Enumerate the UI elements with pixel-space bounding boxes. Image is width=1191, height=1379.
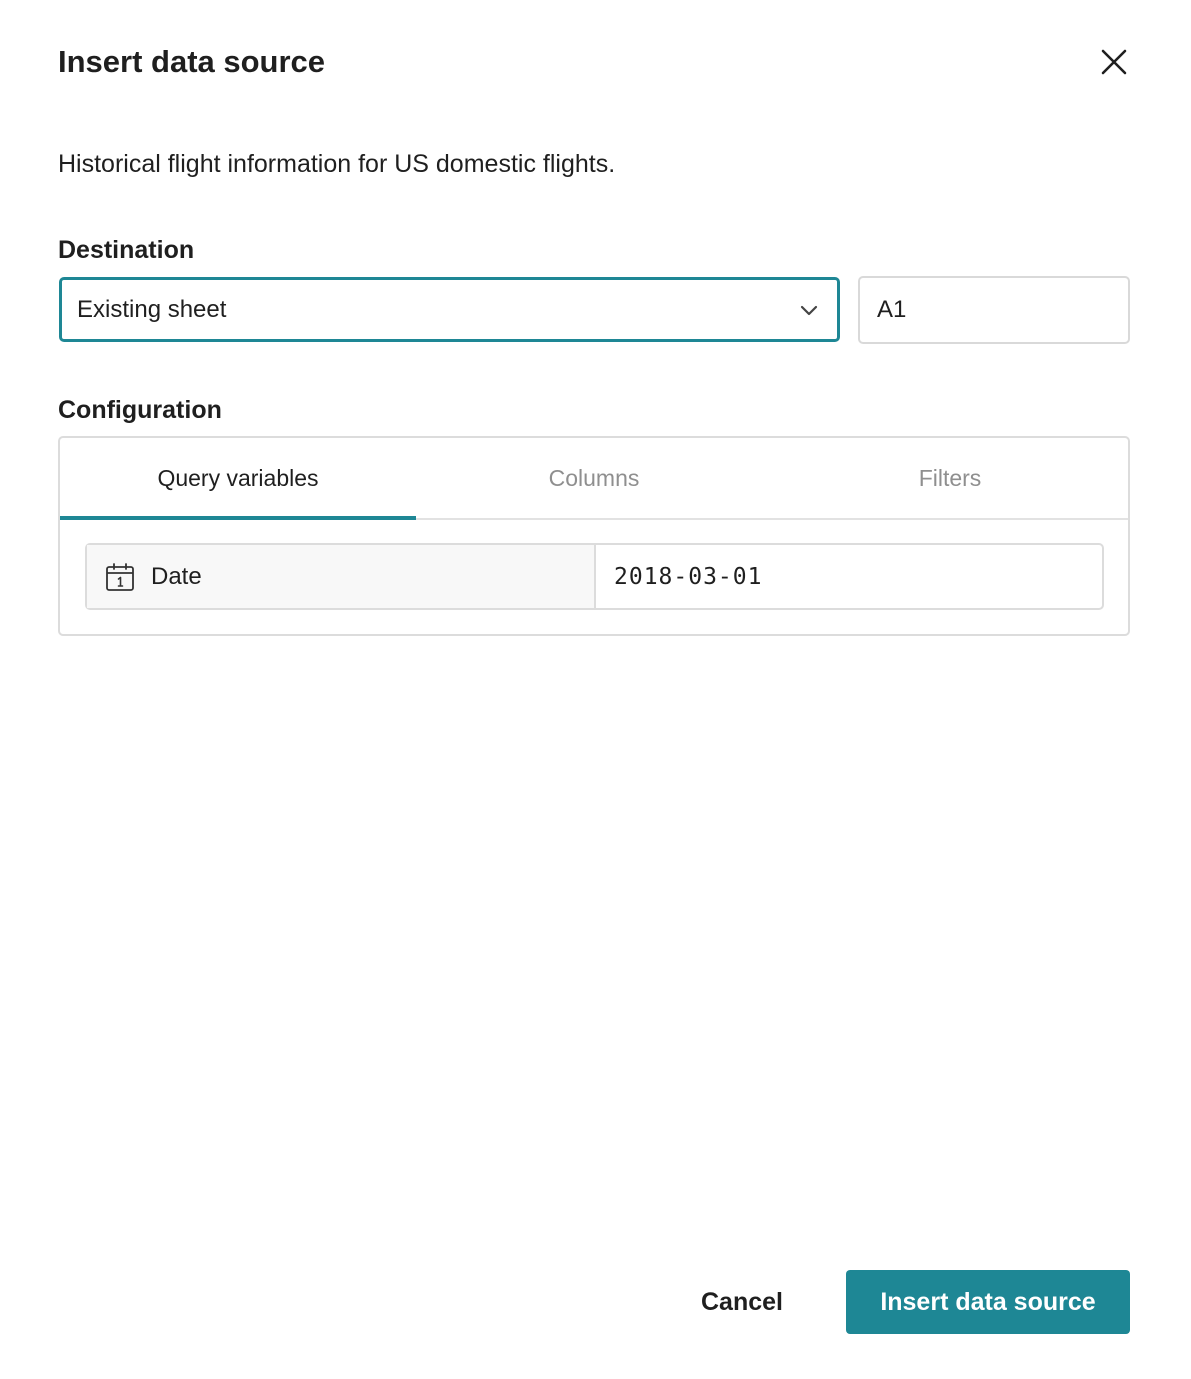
query-variable-label: Date: [151, 562, 202, 590]
cancel-button[interactable]: Cancel: [680, 1270, 804, 1334]
destination-label: Destination: [58, 236, 195, 264]
query-variable-row: Date 2018-03-01: [85, 543, 1104, 610]
destination-select[interactable]: Existing sheet: [59, 277, 840, 342]
tab-filters[interactable]: Filters: [772, 438, 1128, 518]
tab-query-variables-label: Query variables: [157, 464, 319, 491]
insert-data-source-dialog: Insert data source Historical flight inf…: [0, 0, 1191, 1379]
query-variable-value: 2018-03-01: [614, 563, 763, 590]
configuration-label: Configuration: [58, 396, 222, 424]
destination-cell-value: A1: [877, 296, 907, 323]
dialog-description: Historical flight information for US dom…: [58, 150, 616, 178]
dialog-title: Insert data source: [58, 44, 326, 79]
query-variable-value-input[interactable]: 2018-03-01: [596, 545, 1102, 608]
chevron-down-icon: [800, 305, 818, 316]
tab-columns-label: Columns: [548, 464, 640, 491]
close-button[interactable]: [1096, 44, 1132, 80]
tab-columns[interactable]: Columns: [416, 438, 772, 518]
tab-query-variables[interactable]: Query variables: [60, 438, 416, 520]
close-icon: [1101, 49, 1127, 75]
destination-cell-input[interactable]: A1: [858, 276, 1130, 344]
configuration-panel: Query variables Columns Filters Date 201…: [58, 436, 1130, 636]
query-variable-name: Date: [87, 545, 596, 608]
tab-filters-label: Filters: [918, 464, 982, 491]
active-tab-indicator: [60, 516, 416, 520]
insert-data-source-button[interactable]: Insert data source: [846, 1270, 1130, 1334]
configuration-tabs: Query variables Columns Filters: [60, 438, 1128, 520]
calendar-icon: [105, 562, 135, 592]
destination-select-value: Existing sheet: [77, 295, 227, 323]
